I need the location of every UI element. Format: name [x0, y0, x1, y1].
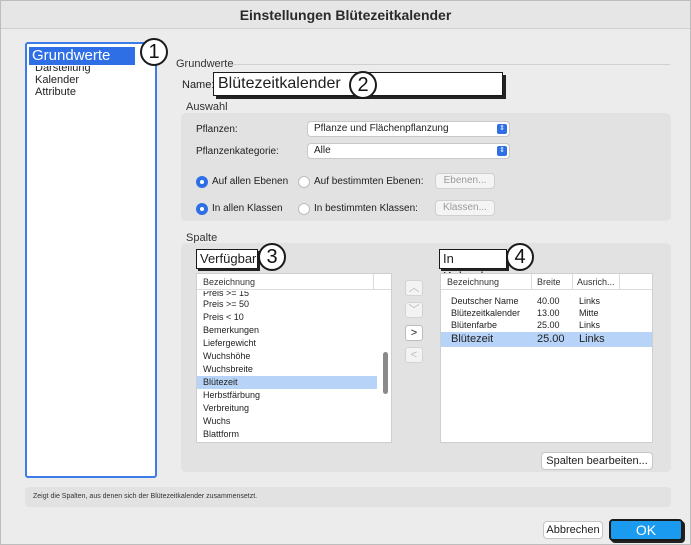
cell-align: Links — [579, 320, 601, 330]
calendar-header-align[interactable]: Ausrich... — [577, 274, 615, 290]
table-row-selected[interactable]: Blütezeit 25.00 Links — [441, 332, 652, 347]
callout-4: 4 — [506, 243, 534, 271]
list-item[interactable]: Blattform — [197, 428, 377, 441]
grundwerte-heading: Grundwerte — [176, 58, 234, 70]
scrollbar-thumb[interactable] — [383, 352, 388, 394]
sidebar: Grundwerte Darstellung Kalender Attribut… — [25, 42, 157, 478]
window-title: Einstellungen Blütezeitkalender — [1, 1, 690, 29]
grundwerte-divider — [233, 64, 670, 65]
klassen-button[interactable]: Klassen... — [435, 200, 495, 216]
chevron-down-icon: ﹀ — [408, 304, 420, 316]
available-label: Verfügbar: — [196, 249, 260, 269]
available-list[interactable]: Bezeichnung Preis >= 15 Preis >= 50 Prei… — [196, 273, 392, 443]
sidebar-item-kalender[interactable]: Kalender — [35, 74, 79, 86]
list-item[interactable]: Bemerkungen — [197, 324, 377, 337]
calendar-header-row: Bezeichnung Breite Ausrich... — [441, 274, 652, 290]
klassen-some-label[interactable]: In bestimmten Klassen: — [314, 203, 418, 214]
cell-name: Blütezeit — [451, 333, 494, 345]
edit-columns-button[interactable]: Spalten bearbeiten... — [541, 452, 653, 470]
select-arrows-icon: ⇕ — [497, 124, 507, 134]
column-divider — [531, 274, 532, 290]
klassen-all-radio[interactable] — [196, 203, 208, 215]
klassen-some-radio[interactable] — [298, 203, 310, 215]
callout-1: 1 — [140, 38, 168, 66]
cell-name: Blütenfarbe — [451, 320, 498, 330]
select-arrows-icon: ⇕ — [497, 146, 507, 156]
sidebar-item-grundwerte[interactable]: Grundwerte — [29, 47, 135, 65]
list-item[interactable]: Herbstfärbung — [197, 389, 377, 402]
list-item[interactable]: Preis >= 50 — [197, 298, 377, 311]
pflanzen-label: Pflanzen: — [196, 124, 238, 135]
list-item-selected[interactable]: Blütezeit — [197, 376, 377, 389]
sidebar-item-attribute[interactable]: Attribute — [35, 86, 76, 98]
pflanzen-select-value: Pflanze und Flächenpflanzung — [314, 123, 449, 134]
kategorie-label: Pflanzenkategorie: — [196, 146, 279, 157]
auswahl-heading: Auswahl — [186, 101, 228, 113]
chevron-right-icon: > — [410, 327, 418, 339]
chevron-up-icon: ︿ — [408, 282, 420, 294]
ebenen-some-label[interactable]: Auf bestimmten Ebenen: — [314, 176, 424, 187]
settings-dialog: Einstellungen Blütezeitkalender Grundwer… — [0, 0, 691, 545]
callout-3: 3 — [258, 243, 286, 271]
move-up-button[interactable]: ︿ — [405, 280, 423, 296]
calendar-header-width[interactable]: Breite — [537, 274, 561, 290]
list-item[interactable]: Wuchshöhe — [197, 350, 377, 363]
chevron-left-icon: < — [410, 349, 418, 361]
column-divider — [373, 274, 374, 290]
list-item[interactable]: Preis < 10 — [197, 311, 377, 324]
ebenen-button[interactable]: Ebenen... — [435, 173, 495, 189]
available-column-header[interactable]: Bezeichnung — [197, 274, 391, 290]
cell-width: 25.00 — [537, 333, 565, 345]
kategorie-select[interactable]: Alle ⇕ — [307, 143, 510, 159]
ebenen-all-label[interactable]: Auf allen Ebenen — [212, 176, 288, 187]
calendar-label: In Kalender: — [439, 249, 507, 284]
cancel-button[interactable]: Abbrechen — [543, 521, 603, 539]
klassen-all-label[interactable]: In allen Klassen — [212, 203, 283, 214]
cell-align: Links — [579, 333, 605, 345]
ebenen-some-radio[interactable] — [298, 176, 310, 188]
pflanzen-select[interactable]: Pflanze und Flächenpflanzung ⇕ — [307, 121, 510, 137]
list-item[interactable]: Wuchsbreite — [197, 363, 377, 376]
table-row[interactable]: Blütenfarbe 25.00 Links — [441, 319, 652, 332]
calendar-list[interactable]: Bezeichnung Breite Ausrich... Deutscher … — [440, 273, 653, 443]
list-item[interactable]: Liefergewicht — [197, 337, 377, 350]
name-label: Name: — [182, 79, 215, 91]
add-column-button[interactable]: > — [405, 325, 423, 341]
column-divider — [619, 274, 620, 290]
column-divider — [572, 274, 573, 290]
status-text: Zeigt die Spalten, aus denen sich der Bl… — [25, 487, 671, 507]
callout-2: 2 — [349, 71, 377, 99]
list-item[interactable]: Verbreitung — [197, 402, 377, 415]
cell-width: 25.00 — [537, 320, 560, 330]
remove-column-button[interactable]: < — [405, 347, 423, 363]
ebenen-all-radio[interactable] — [196, 176, 208, 188]
move-down-button[interactable]: ﹀ — [405, 302, 423, 318]
calendar-header-name[interactable]: Bezeichnung — [447, 274, 499, 290]
ok-button[interactable]: OK — [609, 519, 683, 541]
list-item[interactable]: Wuchs — [197, 415, 377, 428]
kategorie-select-value: Alle — [314, 145, 331, 156]
